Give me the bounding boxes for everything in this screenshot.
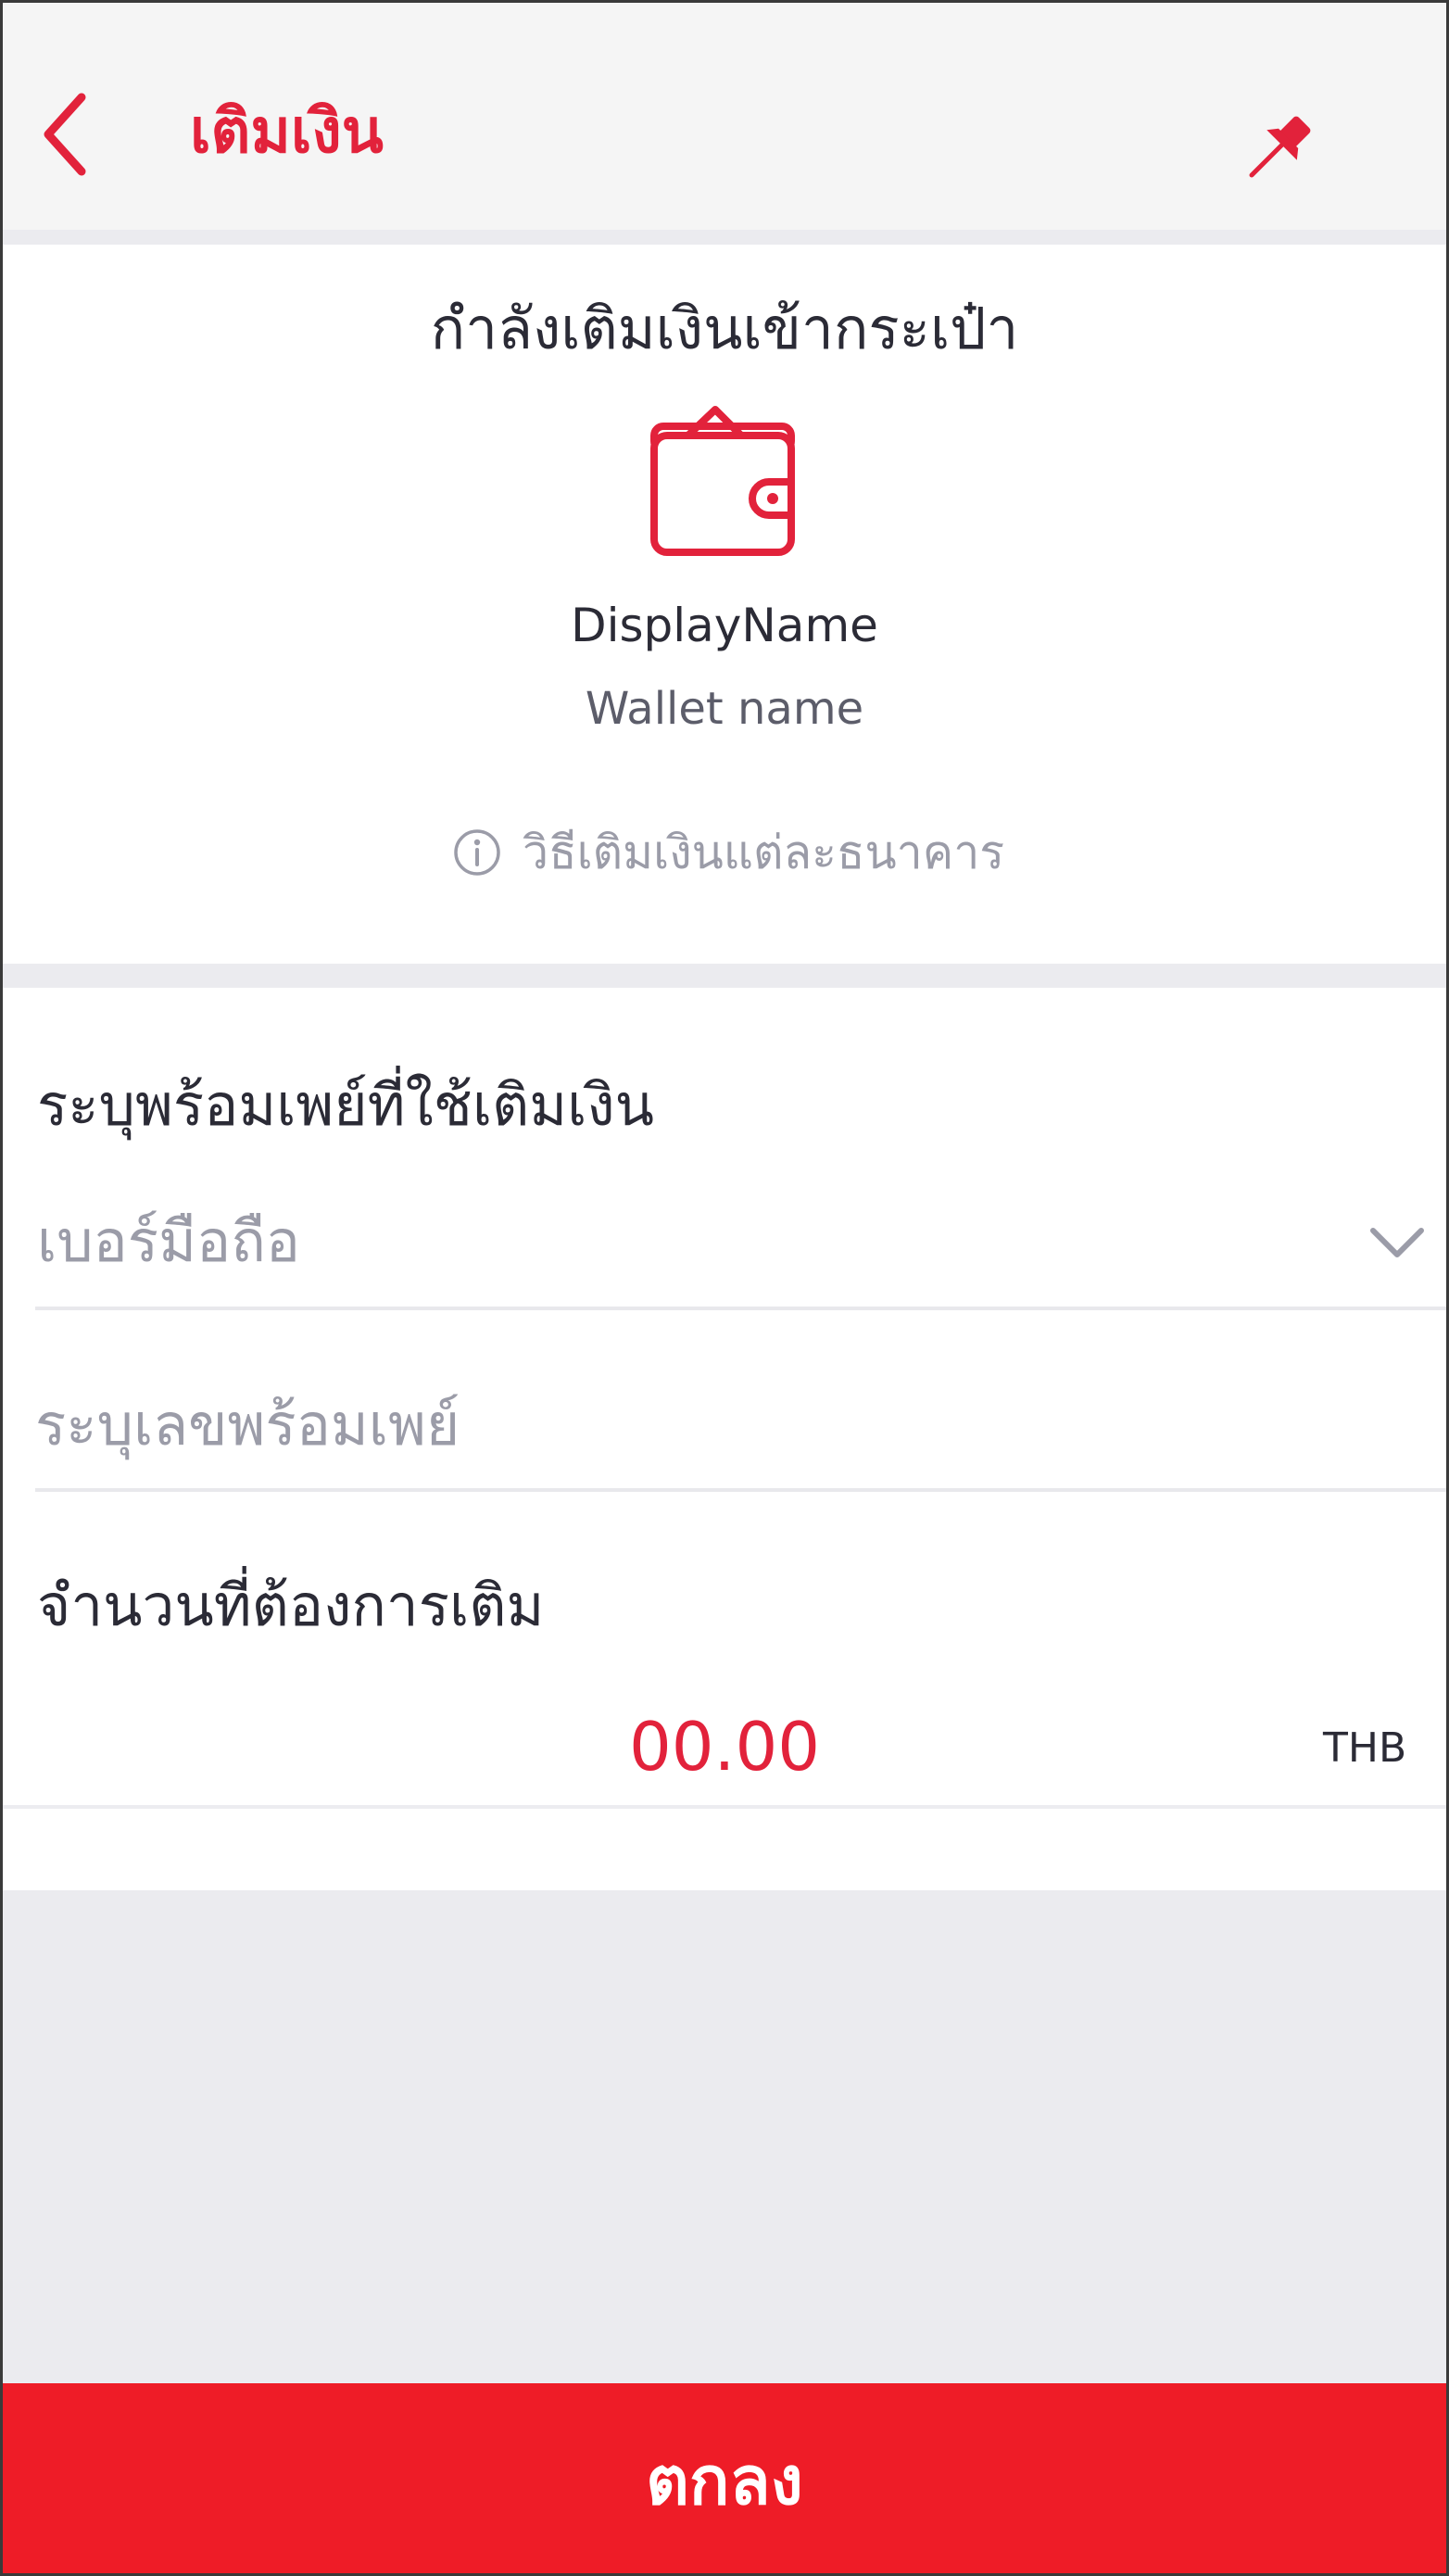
- amount-label: จำนวนที่ต้องการเติม: [37, 1572, 545, 1639]
- promptpay-number-input[interactable]: [35, 1373, 1449, 1475]
- page-title: เติมเงิน: [190, 95, 384, 167]
- promptpay-type-value: เบอร์มือถือ: [37, 1207, 300, 1275]
- promptpay-type-select[interactable]: เบอร์มือถือ: [35, 1195, 1449, 1310]
- howto-topup-label: วิธีเติมเงินแต่ละธนาคาร: [523, 825, 1005, 879]
- wallet-icon: [650, 406, 795, 556]
- promptpay-number-field: [35, 1373, 1449, 1492]
- confirm-button[interactable]: ตกลง: [0, 2383, 1449, 2576]
- pin-icon: [1249, 116, 1311, 178]
- amount-input[interactable]: 00.00: [0, 1686, 1449, 1807]
- chevron-down-icon: [1370, 1228, 1424, 1257]
- howto-topup-link[interactable]: วิธีเติมเงินแต่ละธนาคาร: [452, 815, 1004, 890]
- chevron-left-icon: [44, 93, 86, 176]
- wallet-display-name: DisplayName: [571, 599, 878, 652]
- app-header: เติมเงิน: [0, 0, 1449, 230]
- wallet-heading: กำลังเติมเงินเข้ากระเป๋า: [430, 295, 1019, 362]
- info-icon: [454, 829, 500, 876]
- promptpay-label: ระบุพร้อมเพย์ที่ใช้เติมเงิน: [37, 1071, 655, 1139]
- back-button[interactable]: [28, 83, 102, 185]
- amount-field: 00.00 THB: [0, 1686, 1449, 1809]
- pin-button[interactable]: [1232, 102, 1325, 195]
- wallet-name: Wallet name: [585, 683, 864, 735]
- currency-label: THB: [1323, 1724, 1407, 1772]
